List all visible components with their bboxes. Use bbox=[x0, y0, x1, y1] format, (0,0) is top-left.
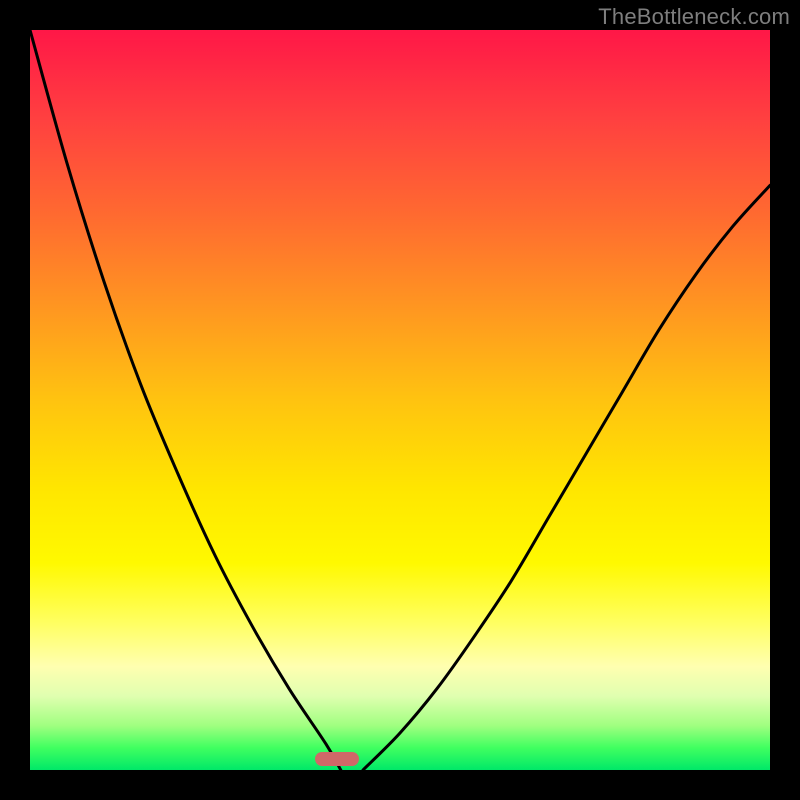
curve-left-branch bbox=[30, 30, 341, 770]
plot-area bbox=[30, 30, 770, 770]
min-marker bbox=[315, 752, 359, 766]
bottleneck-curve bbox=[30, 30, 770, 770]
outer-frame: TheBottleneck.com bbox=[0, 0, 800, 800]
curve-right-branch bbox=[363, 185, 770, 770]
watermark-text: TheBottleneck.com bbox=[598, 4, 790, 30]
